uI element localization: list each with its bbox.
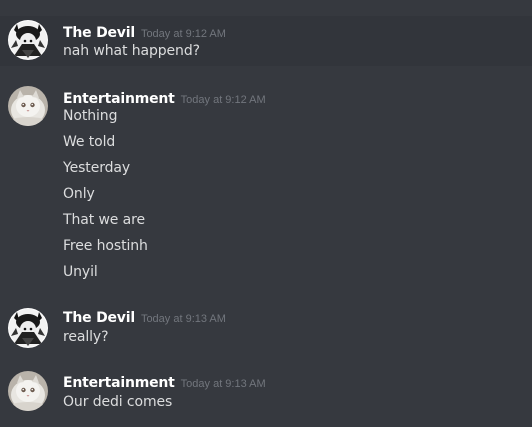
timestamp: Today at 9:12 AM [140, 28, 226, 40]
chat-log: The Devil Today at 9:12 AM nah what happe… [0, 0, 532, 427]
devil-avatar-icon [8, 308, 48, 348]
devil-avatar[interactable] [8, 20, 48, 60]
message-group: Entertainment Today at 9:13 AM Our dedi c… [0, 369, 532, 427]
timestamp: Today at 9:12 AM [180, 94, 266, 106]
message-text: Unyil [63, 264, 98, 280]
message-text: nah what happend? [63, 43, 200, 59]
message-header: Entertainment Today at 9:13 AM [63, 372, 266, 391]
message-header: The Devil Today at 9:12 AM [63, 22, 226, 41]
cat-avatar-icon [8, 371, 48, 411]
message-text: Our dedi comes [63, 394, 173, 410]
message-header: The Devil Today at 9:13 AM [63, 307, 226, 326]
message-text: That we are [63, 212, 145, 228]
devil-avatar[interactable] [8, 308, 48, 348]
message-text: really? [63, 329, 109, 345]
devil-avatar-icon [8, 20, 48, 60]
username[interactable]: Entertainment [63, 91, 175, 107]
message-text: We told [63, 134, 116, 150]
username[interactable]: Entertainment [63, 375, 175, 391]
cat-avatar-icon [8, 86, 48, 126]
message-text: Nothing [63, 108, 118, 124]
username[interactable]: The Devil [63, 310, 135, 326]
message-header: Entertainment Today at 9:12 AM [63, 88, 266, 107]
timestamp: Today at 9:13 AM [180, 378, 266, 390]
message-text: Only [63, 186, 95, 202]
message-text: Yesterday [63, 160, 131, 176]
message-group: The Devil Today at 9:12 AM nah what happe… [0, 16, 532, 66]
message-text: Free hostinh [63, 238, 148, 254]
cat-avatar[interactable] [8, 371, 48, 411]
timestamp: Today at 9:13 AM [140, 313, 226, 325]
message-group: The Devil Today at 9:13 AM really? [0, 304, 532, 354]
cat-avatar[interactable] [8, 86, 48, 126]
username[interactable]: The Devil [63, 25, 135, 41]
message-group: Entertainment Today at 9:12 AM Nothing We… [0, 82, 532, 292]
